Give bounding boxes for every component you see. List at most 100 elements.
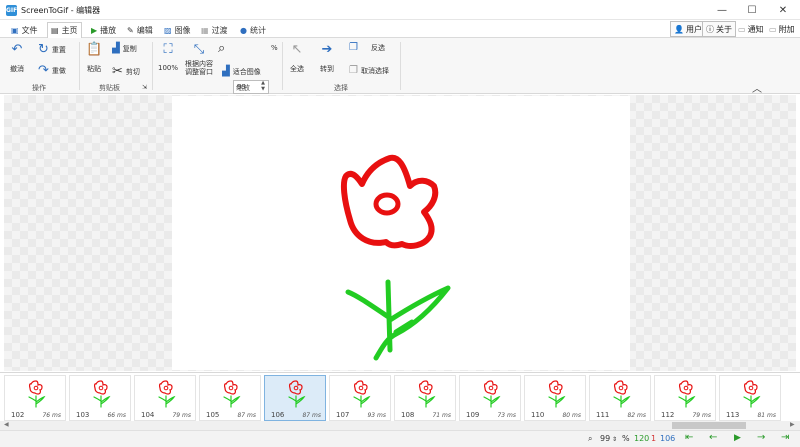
- reset-button[interactable]: ↷ 重做: [38, 63, 66, 78]
- search-icon: ⌕: [218, 41, 226, 56]
- cut-button[interactable]: ✂ 剪切: [112, 64, 140, 79]
- frame-thumbnail[interactable]: 104 79 ms: [134, 375, 196, 421]
- notification-button[interactable]: ▭ 通知: [735, 21, 767, 37]
- frame-number: 106: [271, 411, 285, 419]
- frame-thumbnail[interactable]: 105 87 ms: [199, 375, 261, 421]
- frame-thumbnail[interactable]: 103 66 ms: [69, 375, 131, 421]
- group-divider: [400, 42, 401, 90]
- transition-icon: ▦: [201, 26, 209, 35]
- group-divider: [79, 42, 80, 90]
- group-divider: [282, 42, 283, 90]
- tab-image[interactable]: ▨ 图像: [161, 23, 194, 38]
- deselect-button[interactable]: ❐ 取消选择: [349, 65, 389, 76]
- frame-number: 111: [596, 411, 610, 419]
- frame-thumbnail[interactable]: 102 76 ms: [4, 375, 66, 421]
- paste-button[interactable]: 📋 粘贴: [86, 42, 102, 74]
- undo-button[interactable]: ↶ 撤消: [10, 42, 24, 74]
- reset-icon: ↷: [38, 63, 49, 78]
- home-icon: ▤: [51, 26, 59, 35]
- title-bar: GIF ScreenToGif - 编辑器 — ☐ ✕: [0, 0, 800, 20]
- play-icon[interactable]: ▶: [734, 433, 741, 443]
- tab-home[interactable]: ▤ 主页: [47, 22, 82, 39]
- frame-strip-scrollbar[interactable]: ◀ ▶: [0, 421, 800, 430]
- frame-thumbnail[interactable]: 106 87 ms: [264, 375, 326, 421]
- fit-content-button[interactable]: ⤡ 根据内容 调整窗口: [185, 42, 213, 76]
- frame-thumbnail[interactable]: 109 73 ms: [459, 375, 521, 421]
- frame-delay: 71 ms: [432, 412, 451, 419]
- zoom-stepper[interactable]: ▲ ▼: [258, 80, 268, 94]
- frame-thumbnail[interactable]: 111 82 ms: [589, 375, 651, 421]
- copy-button[interactable]: ▟ 复制: [112, 43, 137, 54]
- group-label-select: 选择: [334, 84, 348, 92]
- select-all-button[interactable]: ↖ 全选: [290, 42, 304, 74]
- tab-edit[interactable]: ✎ 编辑: [124, 23, 156, 38]
- user-icon: 👤: [674, 24, 684, 34]
- frame-delay: 73 ms: [497, 412, 516, 419]
- close-button[interactable]: ✕: [768, 0, 798, 20]
- thumbnail-flower: [743, 380, 761, 408]
- next-frame-icon[interactable]: →: [757, 432, 765, 443]
- status-zoom[interactable]: 99: [600, 434, 610, 443]
- fit-screen-icon: ⛶: [163, 42, 173, 57]
- minimize-button[interactable]: —: [707, 0, 737, 20]
- fit-image-button[interactable]: ▟ 适合图像: [222, 66, 261, 77]
- frame-thumbnail[interactable]: 112 79 ms: [654, 375, 716, 421]
- zoom-unit: %: [271, 44, 278, 52]
- arrow-right-icon: ➔: [321, 42, 333, 57]
- scroll-right-icon[interactable]: ▶: [790, 421, 795, 428]
- frame-thumbnail[interactable]: 113 81 ms: [719, 375, 781, 421]
- zoom-magnifier: ⌕: [218, 41, 225, 56]
- tab-play[interactable]: ▶ 播放: [88, 23, 119, 38]
- zoom-100-button[interactable]: ⛶ 100%: [158, 42, 178, 72]
- maximize-button[interactable]: ☐: [737, 0, 767, 20]
- group-label-zoom: 缩放: [236, 84, 250, 92]
- collapse-ribbon-icon[interactable]: ︿: [752, 80, 762, 95]
- image-icon: ▟: [222, 66, 230, 77]
- current-frame-image: [172, 96, 630, 370]
- info-icon: ●: [240, 26, 247, 35]
- scroll-left-icon[interactable]: ◀: [4, 421, 9, 428]
- scissors-icon: ✂: [112, 64, 123, 79]
- last-frame-icon[interactable]: ⇥: [781, 432, 789, 443]
- frame-number: 112: [661, 411, 675, 419]
- frame-delay: 82 ms: [627, 412, 646, 419]
- user-button[interactable]: 👤 用户: [670, 21, 706, 37]
- frame-delay: 87 ms: [237, 412, 256, 419]
- thumbnail-flower: [223, 380, 241, 408]
- group-label-actions: 操作: [32, 84, 46, 92]
- frame-strip: 102 76 ms 103 66 ms 104 79 ms 105 87 ms 106 87 ms…: [0, 372, 800, 422]
- thumbnail-flower: [158, 380, 176, 408]
- frame-delay: 66 ms: [107, 412, 126, 419]
- clipboard-expand-icon[interactable]: ⇲: [142, 84, 147, 91]
- redo-button[interactable]: ↻ 重置: [38, 42, 66, 57]
- thumbnail-flower: [353, 380, 371, 408]
- frame-delay: 79 ms: [172, 412, 191, 419]
- scrollbar-thumb[interactable]: [672, 422, 746, 429]
- frame-number: 108: [401, 411, 415, 419]
- group-divider: [152, 42, 153, 90]
- frame-count: 120: [634, 434, 650, 443]
- thumbnail-flower: [483, 380, 501, 408]
- thumbnail-flower: [93, 380, 111, 408]
- frame-thumbnail[interactable]: 107 93 ms: [329, 375, 391, 421]
- tab-file[interactable]: ▣ 文件: [8, 23, 41, 38]
- frame-number: 102: [11, 411, 25, 419]
- frame-number: 104: [141, 411, 155, 419]
- tab-transition[interactable]: ▦ 过渡: [198, 23, 231, 38]
- ribbon-panel: ↶ 撤消 ↻ 重置 ↷ 重做 操作 📋 粘贴 ▟ 复制 ✂ 剪切 剪贴板 ⇲ ⛶…: [0, 38, 800, 95]
- frame-thumbnail[interactable]: 110 80 ms: [524, 375, 586, 421]
- about-button[interactable]: ⓘ 关于: [702, 21, 736, 37]
- current-frame-number: 106: [660, 434, 676, 443]
- previous-frame-icon[interactable]: ←: [709, 432, 717, 443]
- thumbnail-flower: [418, 380, 436, 408]
- goto-button[interactable]: ➔ 转到: [320, 42, 334, 74]
- tab-statistics[interactable]: ● 统计: [237, 23, 269, 38]
- attach-button[interactable]: ▭ 附加: [766, 21, 798, 37]
- zoom-stepper-icon[interactable]: ⇕: [612, 436, 617, 443]
- first-frame-icon[interactable]: ⇤: [685, 432, 693, 443]
- frame-thumbnail[interactable]: 108 71 ms: [394, 375, 456, 421]
- notification-icon: ▭: [738, 24, 746, 34]
- deselect-icon: ❐: [349, 65, 358, 76]
- editor-canvas[interactable]: [4, 95, 796, 371]
- inverse-select-button[interactable]: ❐ 反选: [349, 42, 385, 53]
